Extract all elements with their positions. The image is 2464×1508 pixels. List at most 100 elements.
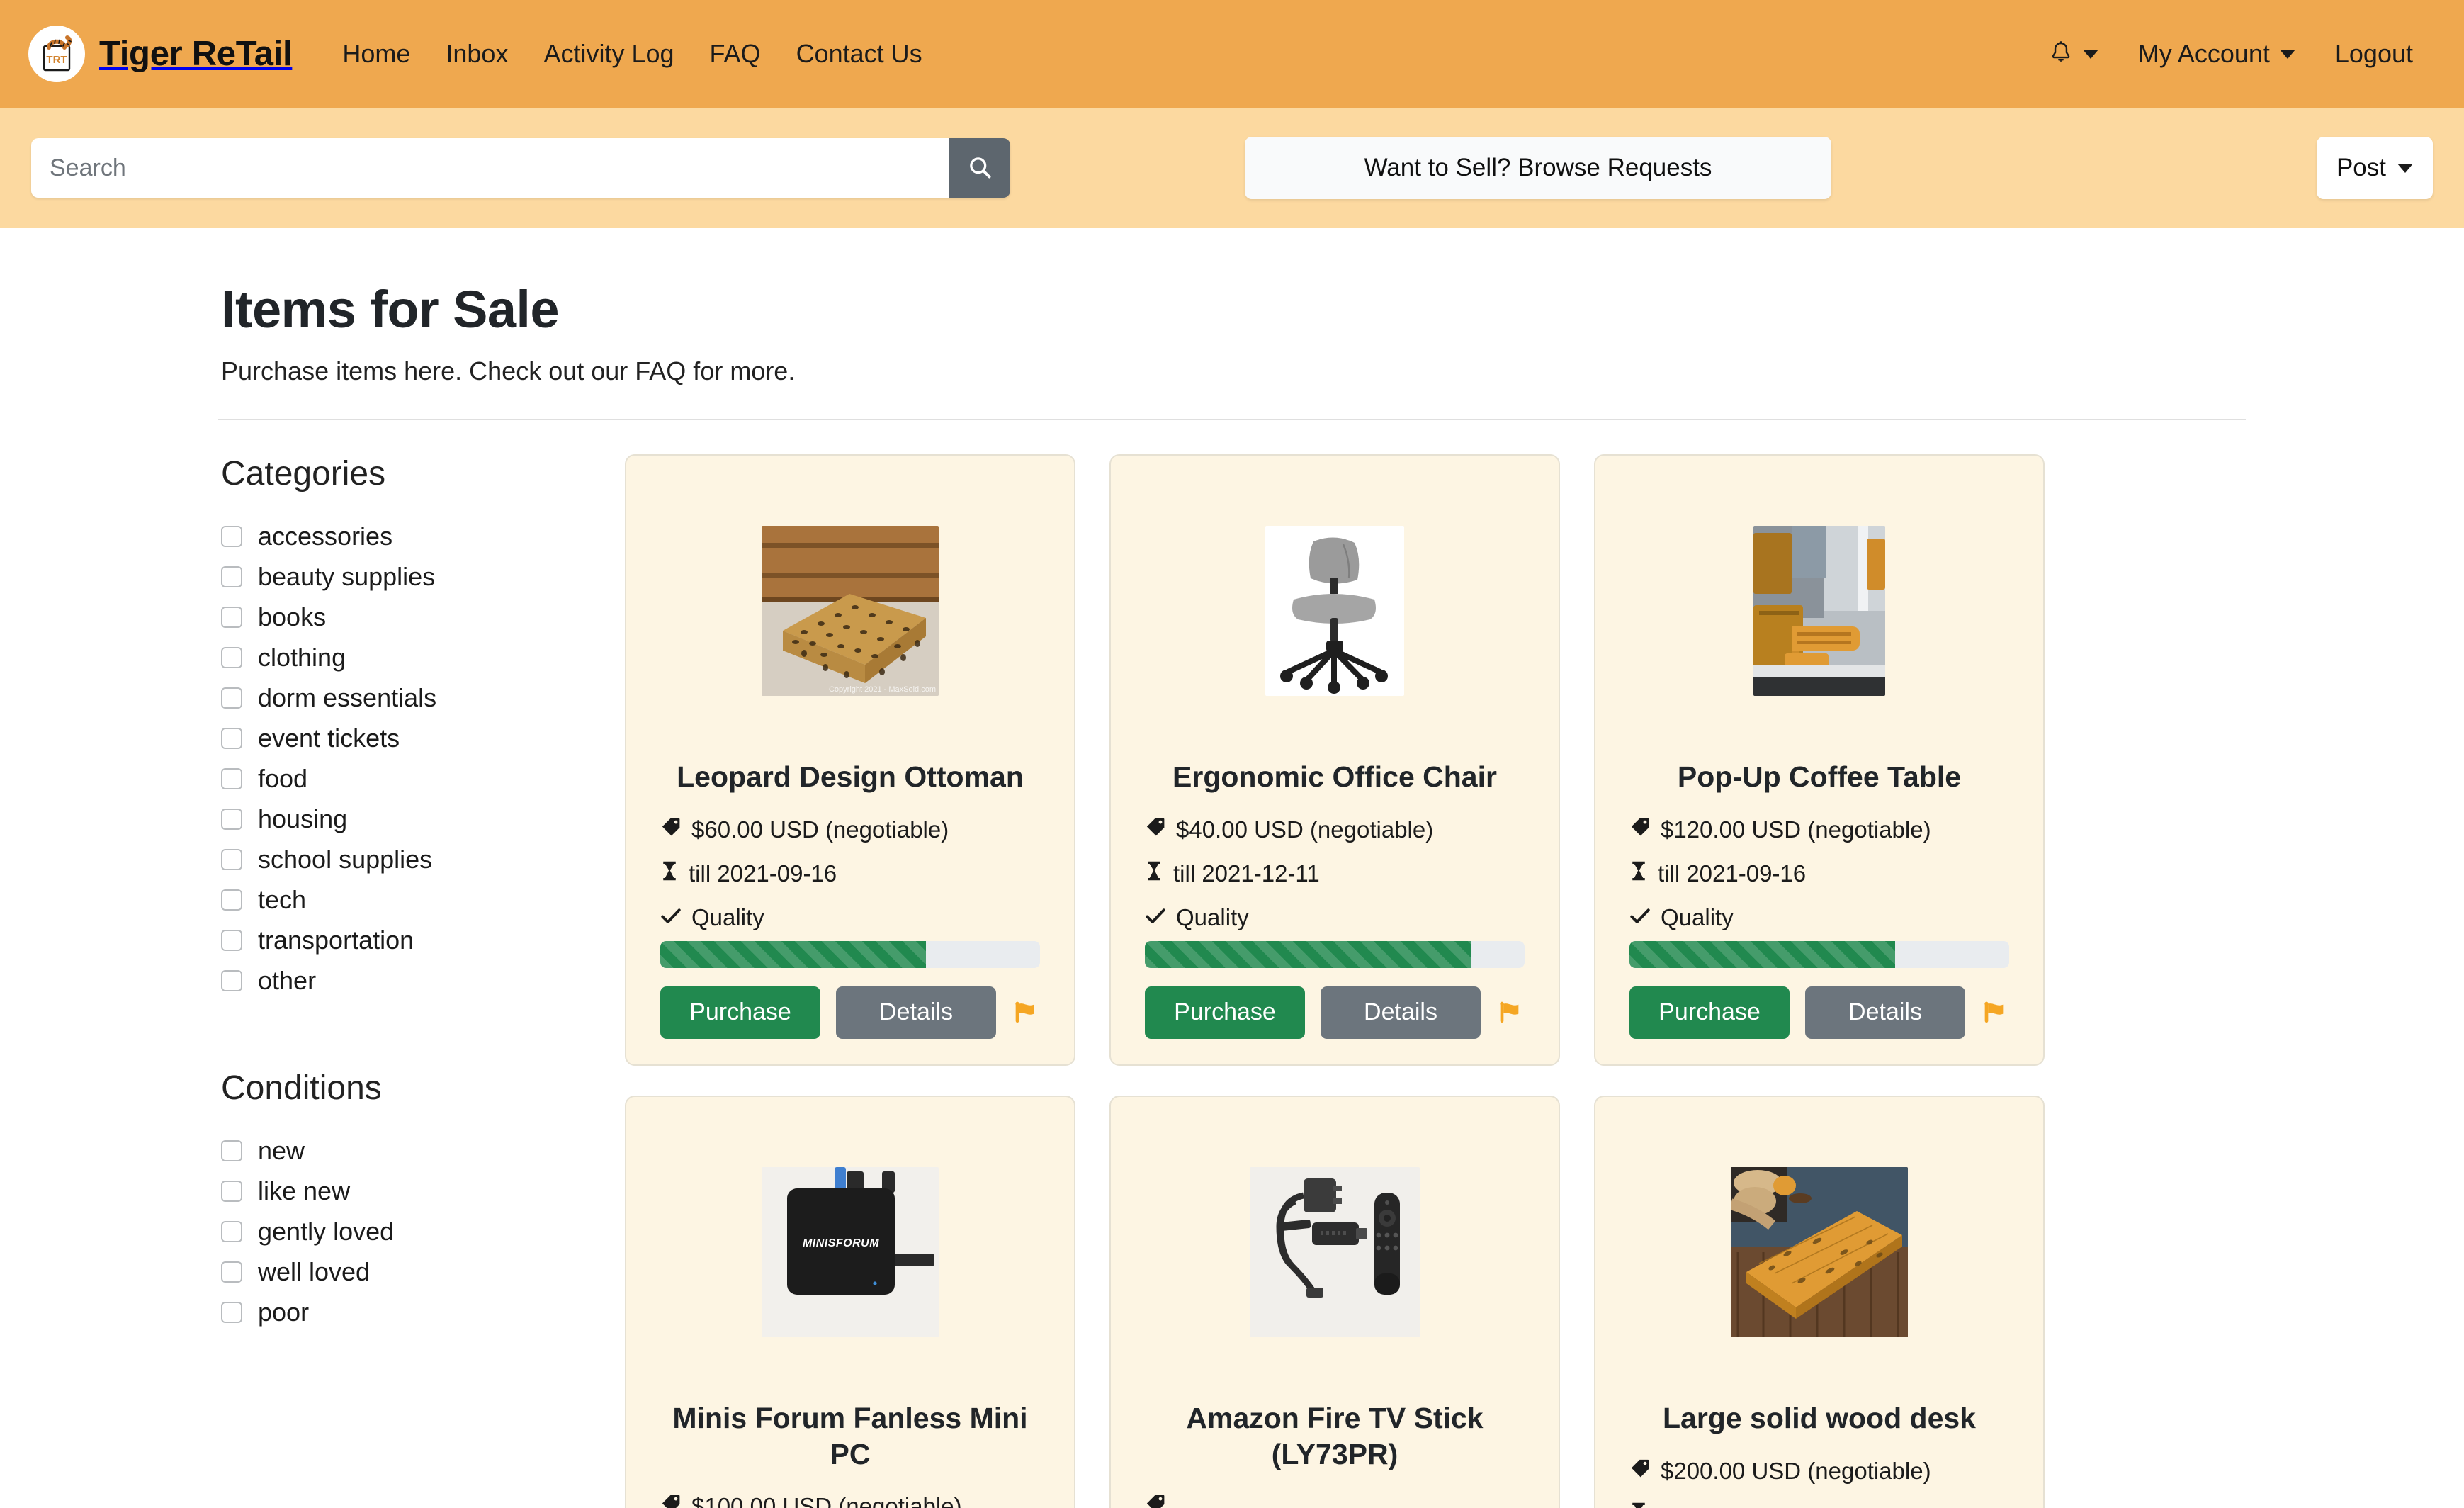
item-price: $200.00 USD (negotiable): [1661, 1457, 1931, 1484]
browse-requests-button[interactable]: Want to Sell? Browse Requests: [1245, 137, 1831, 199]
category-filter-event-tickets[interactable]: event tickets: [221, 718, 599, 758]
details-button[interactable]: Details: [1321, 986, 1481, 1039]
item-title: Amazon Fire TV Stick (LY73PR): [1186, 1401, 1484, 1470]
item-image[interactable]: Copyright 2021 - MaxSold.com: [660, 476, 1040, 746]
item-price-row: $60.00 USD (negotiable): [660, 816, 1040, 843]
nav-item-faq[interactable]: FAQ: [692, 32, 779, 76]
category-filter-clothing[interactable]: clothing: [221, 637, 599, 677]
condition-filter-poor[interactable]: poor: [221, 1292, 599, 1332]
checkbox-gently-loved[interactable]: [221, 1220, 242, 1242]
category-filter-transportation[interactable]: transportation: [221, 920, 599, 960]
checkbox-well-loved[interactable]: [221, 1261, 242, 1283]
navbar-right-group: My Account Logout: [2029, 32, 2433, 76]
category-filter-books[interactable]: books: [221, 597, 599, 637]
category-filter-dorm-essentials[interactable]: dorm essentials: [221, 677, 599, 718]
chevron-down-icon: [2082, 49, 2098, 59]
item-card[interactable]: Pop-Up Coffee Table $120.00 USD (negotia…: [1594, 454, 2045, 1066]
item-image[interactable]: [1145, 476, 1525, 746]
post-label: Post: [2336, 154, 2386, 181]
condition-filter-like-new[interactable]: like new: [221, 1171, 599, 1211]
item-image[interactable]: [1629, 476, 2009, 746]
item-card[interactable]: Amazon Fire TV Stick (LY73PR): [1109, 1095, 1560, 1508]
category-label: books: [258, 602, 327, 631]
report-flag-button[interactable]: [1496, 998, 1525, 1027]
item-card[interactable]: Large solid wood desk $200.00 USD (negot…: [1594, 1095, 2045, 1508]
purchase-button[interactable]: Purchase: [1145, 986, 1305, 1039]
flag-icon: [1981, 998, 2009, 1027]
purchase-button[interactable]: Purchase: [1629, 986, 1790, 1039]
post-dropdown-button[interactable]: Post: [2316, 137, 2433, 199]
checkbox-school-supplies[interactable]: [221, 848, 242, 870]
search-input[interactable]: [31, 138, 949, 198]
conditions-list: new like new gently loved well loved poo…: [221, 1130, 599, 1332]
item-image[interactable]: [1629, 1117, 2009, 1388]
nav-item-activity-log[interactable]: Activity Log: [526, 32, 691, 76]
condition-filter-new[interactable]: new: [221, 1130, 599, 1171]
purchase-button[interactable]: Purchase: [660, 986, 820, 1039]
flag-icon: [1012, 998, 1040, 1027]
item-image[interactable]: MINISFORUM: [660, 1117, 1040, 1388]
flag-icon: [1496, 998, 1525, 1027]
nav-item-home[interactable]: Home: [324, 32, 428, 76]
checkbox-food[interactable]: [221, 767, 242, 789]
checkbox-beauty-supplies[interactable]: [221, 566, 242, 587]
items-grid: Copyright 2021 - MaxSold.com Leopard Des…: [625, 454, 2246, 1508]
condition-label: gently loved: [258, 1216, 395, 1246]
nav-item-inbox[interactable]: Inbox: [428, 32, 526, 76]
item-card[interactable]: MINISFORUM Minis Forum Fanless Mini PC $…: [625, 1095, 1075, 1508]
category-label: beauty supplies: [258, 561, 436, 591]
condition-label: like new: [258, 1176, 351, 1205]
category-filter-food[interactable]: food: [221, 758, 599, 799]
item-card[interactable]: Copyright 2021 - MaxSold.com Leopard Des…: [625, 454, 1075, 1066]
category-filter-beauty-supplies[interactable]: beauty supplies: [221, 556, 599, 597]
category-label: transportation: [258, 925, 414, 955]
price-tag-icon: [1629, 816, 1651, 843]
chevron-down-icon: [2279, 49, 2295, 59]
checkbox-books[interactable]: [221, 606, 242, 628]
checkbox-transportation[interactable]: [221, 929, 242, 951]
brand-logo-link[interactable]: TRT Tiger ReTail: [28, 26, 293, 82]
condition-label: well loved: [258, 1256, 371, 1286]
search-button[interactable]: [949, 138, 1010, 198]
details-button[interactable]: Details: [836, 986, 996, 1039]
checkbox-tech[interactable]: [221, 889, 242, 911]
checkbox-like-new[interactable]: [221, 1180, 242, 1202]
my-account-dropdown[interactable]: My Account: [2118, 32, 2315, 76]
item-price-row: $200.00 USD (negotiable): [1629, 1458, 2009, 1485]
price-tag-icon: [1629, 1458, 1651, 1485]
category-filter-accessories[interactable]: accessories: [221, 516, 599, 556]
categories-list: accessories beauty supplies books clothi…: [221, 516, 599, 1001]
checkbox-other[interactable]: [221, 969, 242, 991]
item-quality-label: Quality: [1661, 904, 1734, 930]
item-deadline-row: till 2021-12-11: [1145, 860, 1525, 887]
notifications-dropdown[interactable]: [2029, 33, 2118, 74]
nav-item-contact-us[interactable]: Contact Us: [779, 32, 940, 76]
logout-link[interactable]: Logout: [2315, 32, 2433, 76]
bell-icon: [2049, 40, 2073, 67]
checkbox-housing[interactable]: [221, 808, 242, 830]
item-image[interactable]: [1145, 1117, 1525, 1388]
condition-filter-gently-loved[interactable]: gently loved: [221, 1211, 599, 1251]
my-account-label: My Account: [2137, 39, 2270, 68]
report-flag-button[interactable]: [1981, 998, 2009, 1027]
checkbox-dorm-essentials[interactable]: [221, 687, 242, 709]
checkbox-new[interactable]: [221, 1140, 242, 1161]
category-filter-other[interactable]: other: [221, 960, 599, 1001]
search-action-bar: Want to Sell? Browse Requests Post: [0, 108, 2464, 228]
checkbox-poor[interactable]: [221, 1301, 242, 1323]
hourglass-icon: [1629, 1502, 1648, 1508]
item-quality-label: Quality: [1176, 904, 1249, 930]
category-filter-housing[interactable]: housing: [221, 799, 599, 839]
page-title: Items for Sale: [221, 280, 560, 339]
checkbox-clothing[interactable]: [221, 646, 242, 668]
condition-filter-well-loved[interactable]: well loved: [221, 1251, 599, 1292]
item-price: $120.00 USD (negotiable): [1661, 816, 1931, 843]
checkbox-accessories[interactable]: [221, 525, 242, 547]
category-filter-tech[interactable]: tech: [221, 879, 599, 920]
report-flag-button[interactable]: [1012, 998, 1040, 1027]
category-filter-school-supplies[interactable]: school supplies: [221, 839, 599, 879]
item-card[interactable]: Ergonomic Office Chair $40.00 USD (negot…: [1109, 454, 1560, 1066]
details-button[interactable]: Details: [1805, 986, 1965, 1039]
item-deadline-row: [1629, 1502, 2009, 1508]
checkbox-event-tickets[interactable]: [221, 727, 242, 749]
